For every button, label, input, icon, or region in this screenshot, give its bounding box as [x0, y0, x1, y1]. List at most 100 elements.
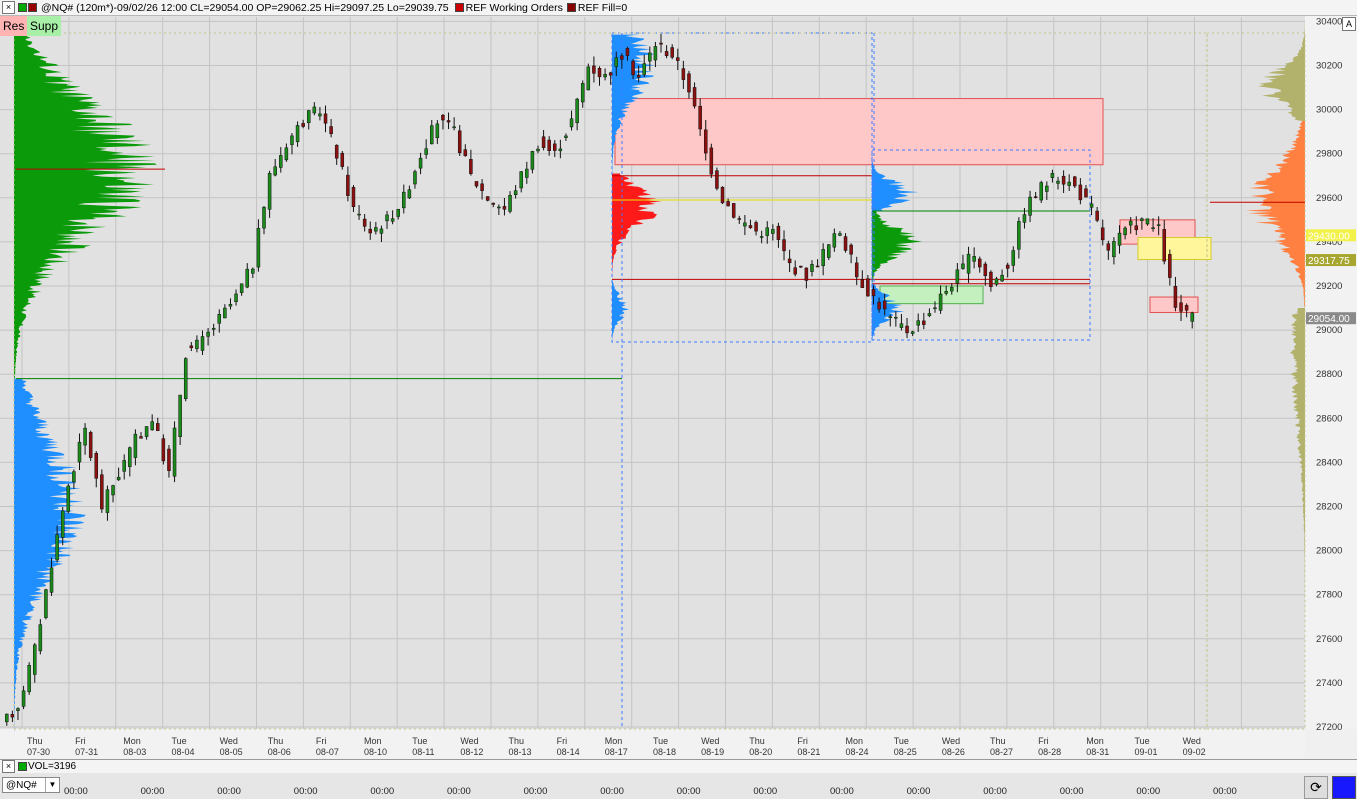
ref-fill-swatch-icon[interactable]: [566, 3, 576, 12]
candle-body: [396, 208, 400, 217]
candle-body: [603, 74, 607, 78]
candle-body: [882, 300, 887, 310]
candle-body: [16, 708, 20, 711]
color-button[interactable]: [1332, 776, 1356, 799]
date-tick-date: 08-19: [701, 747, 724, 757]
price-tick-label: 27400: [1316, 678, 1342, 689]
resistance-toggle[interactable]: Res: [0, 16, 28, 36]
date-tick-day: Mon: [1086, 736, 1104, 746]
date-tick-date: 08-27: [990, 747, 1013, 757]
ref-working-orders-swatch-icon[interactable]: [454, 3, 464, 12]
candle-body: [642, 63, 646, 75]
date-tick-date: 08-07: [316, 747, 339, 757]
candle-body: [804, 267, 809, 281]
candle-body: [223, 307, 227, 319]
candle-body: [765, 227, 769, 236]
candle-body: [754, 222, 758, 232]
candle-body: [379, 228, 384, 234]
candle-body: [105, 489, 110, 513]
date-tick-day: Fri: [75, 736, 86, 746]
candle-body: [508, 195, 512, 212]
candle-body: [1084, 188, 1088, 198]
candle-body: [664, 51, 669, 57]
price-tick-label: 30400: [1316, 16, 1342, 27]
candle-body: [922, 320, 926, 325]
candle-body: [1117, 232, 1122, 246]
current-zone: [1137, 237, 1212, 261]
candle-body: [860, 279, 865, 288]
candle-body: [838, 233, 842, 236]
time-tick-label: 00:00: [523, 786, 548, 797]
candle-body: [553, 143, 557, 151]
candle-body: [938, 293, 943, 311]
candle-body: [961, 263, 965, 269]
price-marker-label: 29054.00: [1308, 314, 1350, 325]
date-tick-date: 08-10: [364, 747, 387, 757]
candle-body: [687, 73, 691, 93]
date-tick-date: 08-25: [894, 747, 917, 757]
candle-body: [206, 331, 210, 337]
candle-body: [977, 258, 982, 268]
candle-body: [290, 135, 294, 145]
candle-body: [189, 345, 194, 349]
candle-body: [1045, 185, 1049, 192]
date-tick-date: 08-31: [1086, 747, 1109, 757]
candle-body: [435, 123, 440, 139]
candle-body: [312, 106, 317, 114]
volume-color-swatch-icon[interactable]: [18, 762, 27, 771]
candle-body: [575, 98, 579, 124]
price-marker-label: 29430.00: [1308, 231, 1350, 242]
candle-body: [94, 453, 99, 479]
symbol-select[interactable]: @NQ# ▼: [2, 777, 60, 793]
candle-body: [1000, 274, 1004, 282]
refresh-button[interactable]: ⟳: [1304, 776, 1328, 799]
candle-body: [832, 233, 837, 248]
time-tick-label: 00:00: [140, 786, 165, 797]
candle-body: [625, 48, 630, 56]
date-tick-day: Thu: [27, 736, 43, 746]
price-chart[interactable]: 3040030200300002980029600294002920029000…: [0, 16, 1357, 759]
candle-body: [681, 68, 686, 80]
close-icon[interactable]: ×: [2, 1, 15, 14]
date-tick-day: Thu: [749, 736, 765, 746]
auto-scale-button[interactable]: A: [1342, 17, 1356, 31]
date-tick-date: 09-01: [1134, 747, 1157, 757]
candle-body: [1073, 176, 1077, 187]
date-tick-date: 08-18: [653, 747, 676, 757]
down-color-swatch-icon[interactable]: [28, 3, 37, 12]
candle-body: [843, 236, 848, 251]
time-tick-label: 00:00: [1059, 786, 1084, 797]
title-bar: × @NQ# (120m*)-09/02/26 12:00 CL=29054.0…: [0, 0, 1357, 16]
candle-body: [810, 264, 814, 272]
candle-body: [793, 267, 797, 275]
candle-body: [267, 172, 272, 210]
candle-body: [66, 485, 71, 512]
candle-body: [55, 534, 59, 561]
candle-body: [390, 218, 395, 222]
candle-body: [927, 313, 932, 317]
candle-body: [49, 567, 54, 593]
time-tick-label: 00:00: [217, 786, 241, 797]
candle-body: [133, 433, 138, 458]
candle-body: [799, 265, 803, 268]
close-volume-icon[interactable]: ×: [2, 760, 15, 773]
candle-body: [413, 171, 417, 185]
time-tick-label: 00:00: [370, 786, 395, 797]
candle-body: [1005, 264, 1010, 269]
candle-body: [1184, 305, 1189, 311]
ref-fill-label[interactable]: REF Fill=0: [578, 2, 627, 14]
chevron-down-icon[interactable]: ▼: [45, 778, 59, 792]
candle-body: [614, 57, 619, 67]
support-toggle[interactable]: Supp: [27, 16, 62, 36]
date-tick-day: Tue: [1134, 736, 1149, 746]
ref-working-orders-label[interactable]: REF Working Orders: [466, 2, 563, 14]
date-tick-day: Wed: [942, 736, 960, 746]
candle-body: [1190, 312, 1194, 322]
candle-body: [5, 713, 9, 723]
candle-body: [703, 129, 708, 154]
price-tick-label: 29600: [1316, 193, 1342, 204]
up-color-swatch-icon[interactable]: [18, 3, 27, 12]
date-tick-date: 08-03: [123, 747, 146, 757]
volume-panel-header: × VOL=3196: [0, 759, 1357, 774]
candle-body: [284, 147, 289, 161]
